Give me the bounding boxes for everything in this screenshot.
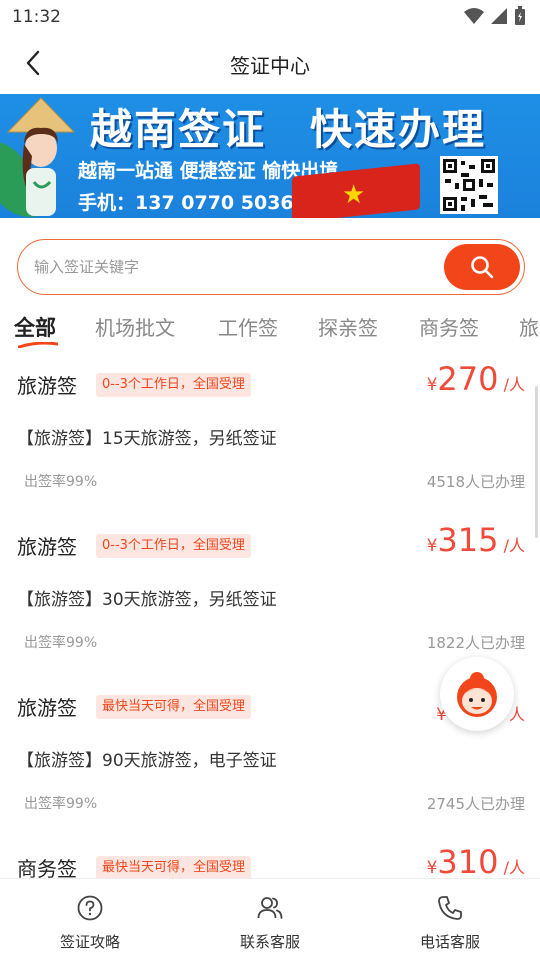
bottom-toolbar: 签证攻略 联系客服 电话客服 xyxy=(0,878,540,960)
search-icon xyxy=(471,256,494,279)
search-input[interactable] xyxy=(34,240,434,293)
approval-rate: 出签率99% xyxy=(24,796,98,812)
approval-rate: 出签率99% xyxy=(24,635,98,651)
visa-type: 旅游签 xyxy=(17,535,77,559)
battery-icon xyxy=(515,6,525,25)
contact-service-label: 联系客服 xyxy=(239,933,300,951)
price-value: 315 xyxy=(437,521,499,559)
visa-type: 旅游签 xyxy=(17,696,77,720)
status-time: 11:32 xyxy=(12,7,61,27)
visa-type: 旅游签 xyxy=(17,374,77,398)
banner-girl-illustration xyxy=(6,97,76,216)
price-symbol: ¥ xyxy=(426,375,438,395)
price-unit: /人 xyxy=(503,536,525,555)
nav-bar: 签证中心 xyxy=(0,34,540,92)
processing-tag: 0--3个工作日，全国受理 xyxy=(96,373,251,397)
price-symbol: ¥ xyxy=(426,536,438,556)
processing-tag: 最快当天可得，全国受理 xyxy=(96,856,252,880)
search-button[interactable] xyxy=(444,244,520,290)
applicant-count: 2745人已办理 xyxy=(426,795,525,813)
visa-description: 【旅游签】90天旅游签，电子签证 xyxy=(17,751,277,771)
price-unit: 人 xyxy=(508,705,525,724)
tab-work-visa[interactable]: 工作签 xyxy=(218,312,278,341)
category-tabs: 全部 机场批文 工作签 探亲签 商务签 旅游签 xyxy=(0,308,540,354)
price-unit: /人 xyxy=(503,375,525,394)
scrollbar[interactable] xyxy=(535,386,538,538)
tab-tourist-visa[interactable]: 旅游签 xyxy=(519,312,540,341)
phone-icon xyxy=(438,896,462,920)
price-value: 310 xyxy=(437,843,499,881)
signal-icon xyxy=(491,8,507,24)
status-icons xyxy=(464,6,526,26)
help-circle-icon xyxy=(77,895,103,921)
visa-price: ¥315 /人 xyxy=(427,521,525,559)
applicant-count: 4518人已办理 xyxy=(426,473,525,491)
approval-rate: 出签率99% xyxy=(24,474,98,490)
contacts-icon xyxy=(257,897,283,919)
visa-description: 【旅游签】15天旅游签，另纸签证 xyxy=(17,429,277,449)
banner-title: 越南签证 快速办理 xyxy=(90,105,487,154)
customer-service-avatar-icon xyxy=(457,672,497,717)
search-bar xyxy=(17,239,525,295)
tab-airport-approval[interactable]: 机场批文 xyxy=(95,312,175,341)
visa-list-item[interactable]: 旅游签 0--3个工作日，全国受理 ¥315 /人 【旅游签】30天旅游签，另纸… xyxy=(0,521,540,682)
price-symbol: ¥ xyxy=(426,858,438,878)
processing-tag: 0--3个工作日，全国受理 xyxy=(96,534,251,558)
wifi-icon xyxy=(464,8,484,24)
flag-star-icon: ★ xyxy=(342,180,366,210)
applicant-count: 1822人已办理 xyxy=(426,634,525,652)
tab-business-visa[interactable]: 商务签 xyxy=(419,312,479,341)
price-unit: /人 xyxy=(503,858,525,877)
page-title: 签证中心 xyxy=(230,54,310,78)
processing-tag: 最快当天可得，全国受理 xyxy=(96,695,252,719)
tab-all[interactable]: 全部 xyxy=(14,312,56,342)
visa-price: ¥310 /人 xyxy=(427,843,525,881)
qr-code-icon xyxy=(440,156,498,214)
visa-price: ¥270 /人 xyxy=(427,360,525,398)
active-tab-indicator xyxy=(18,342,58,348)
banner-phone: 手机：137 0770 5036 xyxy=(78,192,294,214)
tab-family-visa[interactable]: 探亲签 xyxy=(318,312,378,341)
status-bar: 11:32 xyxy=(0,0,540,34)
promo-banner[interactable]: 越南签证 快速办理 越南一站通 便捷签证 愉快出境 手机：137 0770 50… xyxy=(0,94,540,218)
visa-guide-label: 签证攻略 xyxy=(59,933,120,951)
customer-service-fab[interactable] xyxy=(440,657,514,731)
visa-guide-button[interactable]: 签证攻略 xyxy=(0,879,180,960)
price-value: 270 xyxy=(437,360,499,398)
contact-service-button[interactable]: 联系客服 xyxy=(180,879,360,960)
phone-service-button[interactable]: 电话客服 xyxy=(360,879,540,960)
phone-service-label: 电话客服 xyxy=(419,933,480,951)
visa-list-item[interactable]: 旅游签 0--3个工作日，全国受理 ¥270 /人 【旅游签】15天旅游签，另纸… xyxy=(0,360,540,521)
visa-description: 【旅游签】30天旅游签，另纸签证 xyxy=(17,590,277,610)
